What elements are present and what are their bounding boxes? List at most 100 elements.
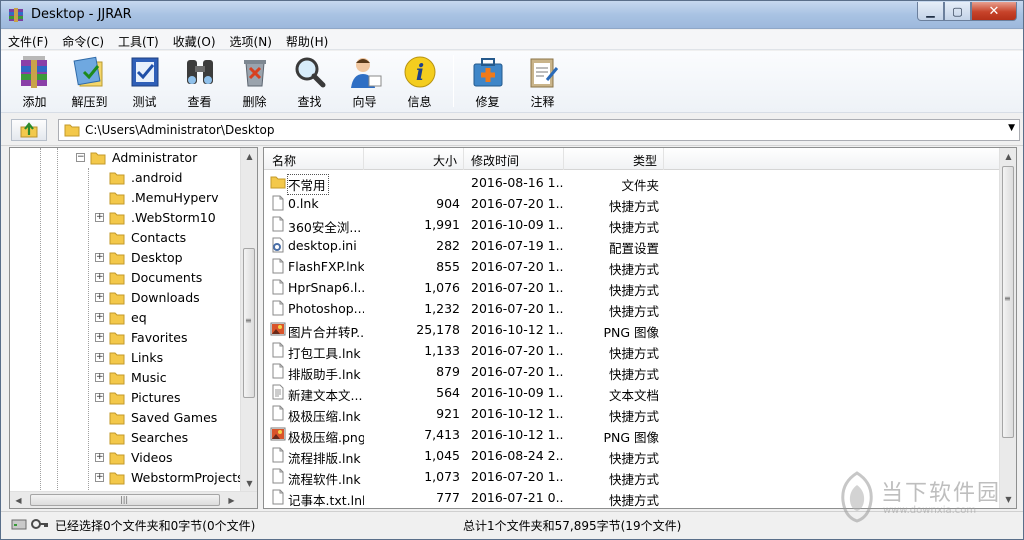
tree-node[interactable]: + .WebStorm10 xyxy=(10,208,241,228)
menu-command[interactable]: 命令(C) xyxy=(55,30,111,50)
watermark-url: www.downxia.com xyxy=(883,505,977,516)
tree-node[interactable]: + Favorites xyxy=(10,328,241,348)
file-type: PNG 图像 xyxy=(603,430,659,445)
expand-icon[interactable]: + xyxy=(95,453,104,462)
repair-button[interactable]: 修复 xyxy=(460,51,515,111)
tree-node-label: Saved Games xyxy=(131,410,218,425)
test-label: 测试 xyxy=(132,95,157,109)
tree-node[interactable]: + Links xyxy=(10,348,241,368)
folder-icon xyxy=(109,252,125,265)
expand-icon[interactable]: + xyxy=(95,473,104,482)
key-icon xyxy=(31,519,48,529)
tree-horizontal-scrollbar[interactable]: ◀ ||| ▶ xyxy=(10,491,257,508)
file-modified: 2016-08-24 2... xyxy=(471,448,563,463)
tree-node[interactable]: + eq xyxy=(10,308,241,328)
expand-icon[interactable]: + xyxy=(95,313,104,322)
tree-node[interactable]: .android xyxy=(10,168,241,188)
file-size: 7,413 xyxy=(424,427,460,442)
file-row[interactable]: HprSnap6.l... 1,076 2016-07-20 1... 快捷方式 xyxy=(264,277,1001,298)
comment-label: 注释 xyxy=(530,95,555,109)
minimize-icon: ▁ xyxy=(926,4,935,18)
tree-node-root[interactable]: − Administrator xyxy=(10,148,241,168)
file-row[interactable]: 极极压缩.lnk 921 2016-10-12 1... 快捷方式 xyxy=(264,403,1001,424)
expand-icon[interactable]: + xyxy=(95,213,104,222)
menu-options[interactable]: 选项(N) xyxy=(223,30,279,50)
test-button[interactable]: 测试 xyxy=(117,51,172,111)
expand-icon[interactable]: + xyxy=(95,253,104,262)
expand-icon[interactable]: + xyxy=(95,293,104,302)
tree-node[interactable]: Saved Games xyxy=(10,408,241,428)
window-controls: ▁ ▢ ✕ xyxy=(917,2,1017,22)
tree-node[interactable]: + Documents xyxy=(10,268,241,288)
scroll-left-icon[interactable]: ◀ xyxy=(10,492,27,508)
file-icon xyxy=(272,342,284,358)
scroll-down-icon[interactable]: ▼ xyxy=(241,475,257,492)
expand-icon[interactable]: + xyxy=(95,373,104,382)
file-modified: 2016-07-21 0... xyxy=(471,490,563,505)
file-row[interactable]: 极极压缩.png 7,413 2016-10-12 1... PNG 图像 xyxy=(264,424,1001,445)
menu-help[interactable]: 帮助(H) xyxy=(279,30,335,50)
maximize-button[interactable]: ▢ xyxy=(944,2,971,21)
tree-node-label: eq xyxy=(131,310,147,325)
file-row[interactable]: 新建文本文... 564 2016-10-09 1... 文本文档 xyxy=(264,382,1001,403)
tree-node[interactable]: + WebstormProjects xyxy=(10,468,241,488)
tree-node-label: .android xyxy=(131,170,183,185)
scroll-up-icon[interactable]: ▲ xyxy=(241,148,257,165)
column-header-name[interactable]: 名称 xyxy=(264,148,364,170)
column-header-type[interactable]: 类型 xyxy=(564,148,664,170)
menu-favorites[interactable]: 收藏(O) xyxy=(166,30,223,50)
tree-node[interactable]: + Videos xyxy=(10,448,241,468)
file-row[interactable]: 流程排版.lnk 1,045 2016-08-24 2... 快捷方式 xyxy=(264,445,1001,466)
tree-node[interactable]: + Downloads xyxy=(10,288,241,308)
column-header-modified[interactable]: 修改时间 xyxy=(464,148,564,170)
delete-button[interactable]: 删除 xyxy=(227,51,282,111)
minimize-button[interactable]: ▁ xyxy=(917,2,944,21)
tree-node[interactable]: Searches xyxy=(10,428,241,448)
extract-button[interactable]: 解压到 xyxy=(62,51,117,111)
file-row[interactable]: Photoshop.... 1,232 2016-07-20 1... 快捷方式 xyxy=(264,298,1001,319)
close-button[interactable]: ✕ xyxy=(971,2,1017,21)
scroll-up-icon[interactable]: ▲ xyxy=(1000,148,1016,165)
view-button[interactable]: 查看 xyxy=(172,51,227,111)
tree-node[interactable]: + Music xyxy=(10,368,241,388)
menu-tools[interactable]: 工具(T) xyxy=(111,30,166,50)
file-row[interactable]: 360安全浏... 1,991 2016-10-09 1... 快捷方式 xyxy=(264,214,1001,235)
info-button[interactable]: i 信息 xyxy=(392,51,447,111)
expand-icon[interactable]: + xyxy=(95,393,104,402)
column-header-size[interactable]: 大小 xyxy=(364,148,464,170)
tree-vertical-scrollbar[interactable]: ▲ ≡ ▼ xyxy=(240,148,257,492)
expand-icon[interactable]: + xyxy=(95,273,104,282)
expand-icon[interactable]: + xyxy=(95,353,104,362)
file-row[interactable]: FlashFXP.lnk 855 2016-07-20 1... 快捷方式 xyxy=(264,256,1001,277)
file-modified: 2016-07-20 1... xyxy=(471,364,563,379)
tree-node[interactable]: .MemuHyperv xyxy=(10,188,241,208)
collapse-icon[interactable]: − xyxy=(76,153,85,162)
expand-icon[interactable]: + xyxy=(95,333,104,342)
menu-file[interactable]: 文件(F) xyxy=(1,30,55,50)
file-name: 极极压缩.png xyxy=(288,430,364,445)
column-type-label: 类型 xyxy=(632,154,657,168)
view-label: 查看 xyxy=(187,95,212,109)
chevron-down-icon[interactable]: ▼ xyxy=(1008,123,1015,133)
comment-button[interactable]: 注释 xyxy=(515,51,570,111)
tree-node[interactable]: Contacts xyxy=(10,228,241,248)
file-row[interactable]: 排版助手.lnk 879 2016-07-20 1... 快捷方式 xyxy=(264,361,1001,382)
tree-node[interactable]: + Pictures xyxy=(10,388,241,408)
scroll-grip-icon: ||| xyxy=(120,495,129,504)
folder-icon xyxy=(109,232,125,245)
title-bar[interactable]: Desktop - JJRAR ▁ ▢ ✕ xyxy=(1,1,1023,29)
file-row[interactable]: 打包工具.lnk 1,133 2016-07-20 1... 快捷方式 xyxy=(264,340,1001,361)
up-folder-button[interactable] xyxy=(11,119,47,141)
wizard-button[interactable]: 向导 xyxy=(337,51,392,111)
file-row[interactable]: desktop.ini 282 2016-07-19 1... 配置设置 xyxy=(264,235,1001,256)
file-row[interactable]: 0.lnk 904 2016-07-20 1... 快捷方式 xyxy=(264,193,1001,214)
file-list-vertical-scrollbar[interactable]: ▲ ≡ ▼ xyxy=(999,148,1016,508)
find-button[interactable]: 查找 xyxy=(282,51,337,111)
file-row[interactable]: 图片合并转P... 25,178 2016-10-12 1... PNG 图像 xyxy=(264,319,1001,340)
file-name: Photoshop.... xyxy=(288,301,364,316)
address-field[interactable]: C:\Users\Administrator\Desktop ▼ xyxy=(58,119,1020,141)
scroll-right-icon[interactable]: ▶ xyxy=(223,492,240,508)
add-button[interactable]: 添加 xyxy=(7,51,62,111)
tree-node[interactable]: + Desktop xyxy=(10,248,241,268)
file-row[interactable]: 不常用 2016-08-16 1... 文件夹 xyxy=(264,172,1001,195)
